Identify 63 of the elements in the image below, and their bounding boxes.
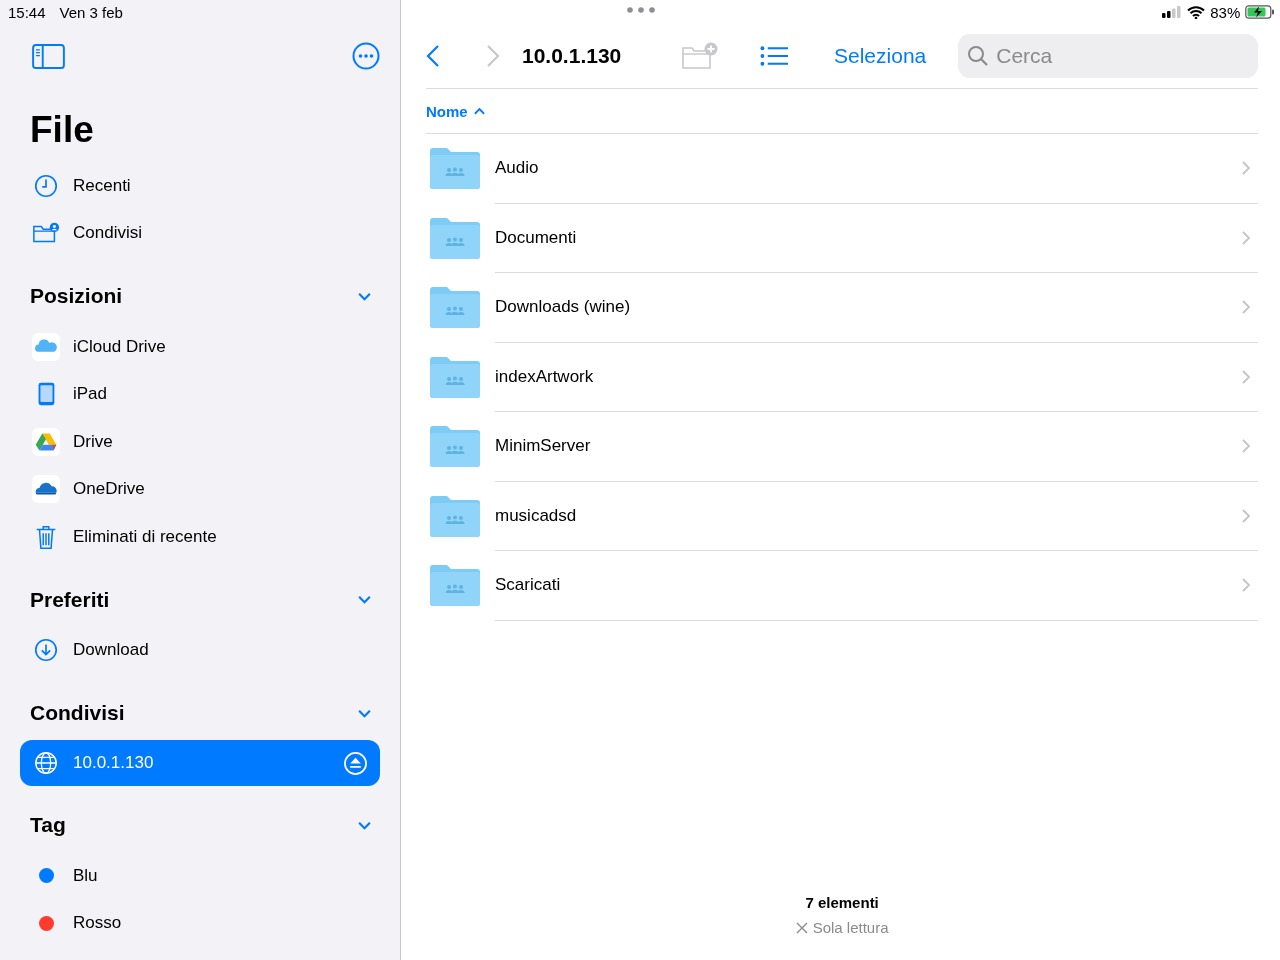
folder-name[interactable]: Documenti <box>495 227 577 248</box>
signal-icon <box>1162 6 1183 18</box>
read-only-label: Sola lettura <box>812 919 889 936</box>
sidebar-item[interactable]: OneDrive <box>20 465 380 513</box>
sidebar-item[interactable]: Download <box>20 626 380 674</box>
folder-name[interactable]: Audio <box>495 158 539 179</box>
grip-dots-icon[interactable] <box>627 7 655 13</box>
clock-icon <box>33 172 59 199</box>
cloud-icon <box>32 331 60 362</box>
chevron-icon <box>1242 508 1251 523</box>
sidebar-item[interactable]: iCloud Drive <box>20 323 380 371</box>
chevron-icon <box>1242 230 1251 245</box>
caret-icon <box>473 107 485 115</box>
sidebar-item[interactable]: Drive <box>20 418 380 466</box>
chevron-icon <box>1242 369 1251 384</box>
sidebar-item[interactable]: Condivisi <box>20 209 380 257</box>
download-icon <box>33 637 59 664</box>
battery-percent: 83% <box>1210 3 1241 21</box>
shared-folder-icon <box>430 217 480 259</box>
folder-title: 10.0.1.130 <box>522 44 623 68</box>
folder-name[interactable]: musicadsd <box>495 505 577 526</box>
battery-icon <box>1245 5 1276 19</box>
chevron-icon <box>1242 578 1251 593</box>
item-count: 7 elementi <box>805 894 879 911</box>
section-title: Condivisi <box>30 701 125 725</box>
chevron-icon <box>1242 439 1251 454</box>
search-field[interactable]: Cerca <box>958 34 1259 78</box>
triangle-logo-icon <box>32 426 60 457</box>
wifi-icon <box>1187 5 1206 19</box>
sidebar-item[interactable]: Rosso <box>20 899 380 947</box>
section-title: Posizioni <box>30 284 123 308</box>
folder-name[interactable]: Scaricati <box>495 575 561 596</box>
sidebar-item[interactable]: Eliminati di recente <box>20 513 380 561</box>
section-title: Preferiti <box>30 587 110 612</box>
shared-folder-icon <box>430 287 480 329</box>
cloud-icon <box>32 474 60 505</box>
select-button[interactable]: Seleziona <box>834 44 927 68</box>
shared-folder-icon <box>430 356 480 398</box>
globe-icon <box>33 750 59 776</box>
status-time: 15:44 <box>8 3 46 21</box>
sidebar-item[interactable]: iPad <box>20 370 380 418</box>
back-button[interactable] <box>426 44 440 68</box>
shared-folder-icon <box>430 426 480 468</box>
folder-name[interactable]: Downloads (wine) <box>495 297 631 318</box>
sidebar-item[interactable]: 10.0.1.130 <box>20 740 380 786</box>
folder-name[interactable]: MinimServer <box>495 436 591 457</box>
shared-folder-icon <box>430 495 480 537</box>
sidebar-item[interactable]: Recenti <box>20 162 380 210</box>
sidebar-item[interactable]: Blu <box>20 852 380 900</box>
section-title: Tag <box>30 813 66 837</box>
sort-button[interactable]: Nome <box>426 102 485 120</box>
shared-folder-icon <box>430 148 480 190</box>
chevron-icon <box>1242 300 1251 315</box>
chevron-icon <box>1242 161 1251 176</box>
list-icon[interactable] <box>760 45 789 67</box>
eject-icon[interactable] <box>343 750 368 776</box>
status-date: Ven 3 feb <box>59 3 123 21</box>
more-icon[interactable] <box>352 42 380 70</box>
shared-folder-icon <box>430 565 480 607</box>
folder-name[interactable]: indexArtwork <box>495 366 594 387</box>
cross-icon <box>795 921 808 934</box>
sidebar-toggle-icon[interactable] <box>32 43 65 69</box>
sidebar-title: File <box>30 108 95 152</box>
